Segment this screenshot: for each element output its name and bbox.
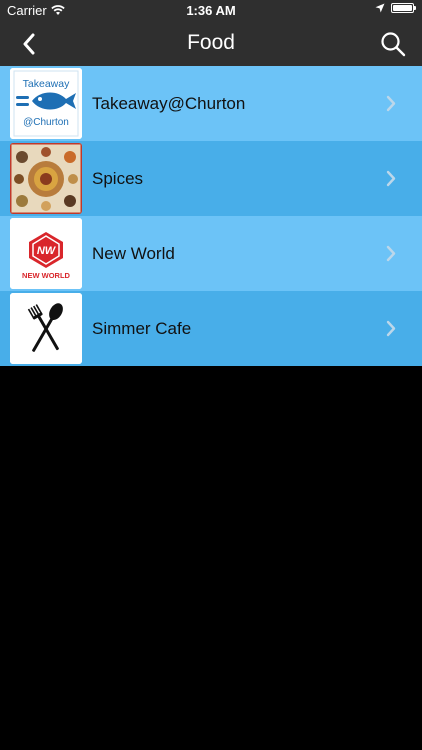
chevron-right-icon [386, 95, 396, 112]
list-item-label: New World [92, 243, 175, 263]
logo-text-bottom: @Churton [23, 117, 69, 128]
new-world-logo: NW NEW WORLD [10, 218, 82, 289]
chevron-right-icon [386, 170, 396, 187]
list-item-label: Takeaway@Churton [92, 93, 246, 113]
search-icon [381, 32, 406, 57]
utensils-icon [10, 293, 82, 364]
spices-photo-icon [10, 143, 82, 214]
navigation-bar: Food [0, 22, 422, 66]
new-world-badge-icon: NW NEW WORLD [10, 218, 82, 289]
list-item-takeaway-churton[interactable]: Takeaway @Churton Takeaway@Churton [0, 66, 422, 141]
takeaway-churton-logo: Takeaway @Churton [10, 68, 82, 139]
fish-logo-icon: Takeaway @Churton [10, 68, 82, 139]
list-item-spices[interactable]: Spices [0, 141, 422, 216]
status-bar: Carrier 1:36 AM [0, 0, 422, 22]
status-time: 1:36 AM [186, 3, 236, 18]
chevron-right-icon [386, 320, 396, 337]
logo-text-top: NW [37, 245, 57, 257]
list-item-label: Simmer Cafe [92, 318, 192, 338]
status-right-group [375, 3, 416, 13]
search-button[interactable] [378, 29, 408, 59]
list-item-label: Spices [92, 168, 144, 188]
food-list: Takeaway @Churton Takeaway@Churton Spice… [0, 66, 422, 366]
location-arrow-icon [375, 3, 385, 13]
simmer-cafe-logo [10, 293, 82, 364]
logo-text-top: Takeaway [23, 78, 70, 90]
spices-image [10, 143, 82, 214]
battery-level [393, 5, 412, 11]
list-item-simmer-cafe[interactable]: Simmer Cafe [0, 291, 422, 366]
screen: Carrier 1:36 AM Food Takeaway @Churton T… [0, 0, 422, 750]
logo-text-bottom: NEW WORLD [22, 271, 70, 280]
battery-icon [391, 3, 416, 13]
list-item-new-world[interactable]: NW NEW WORLD New World [0, 216, 422, 291]
page-title: Food [187, 31, 235, 54]
chevron-right-icon [386, 245, 396, 262]
